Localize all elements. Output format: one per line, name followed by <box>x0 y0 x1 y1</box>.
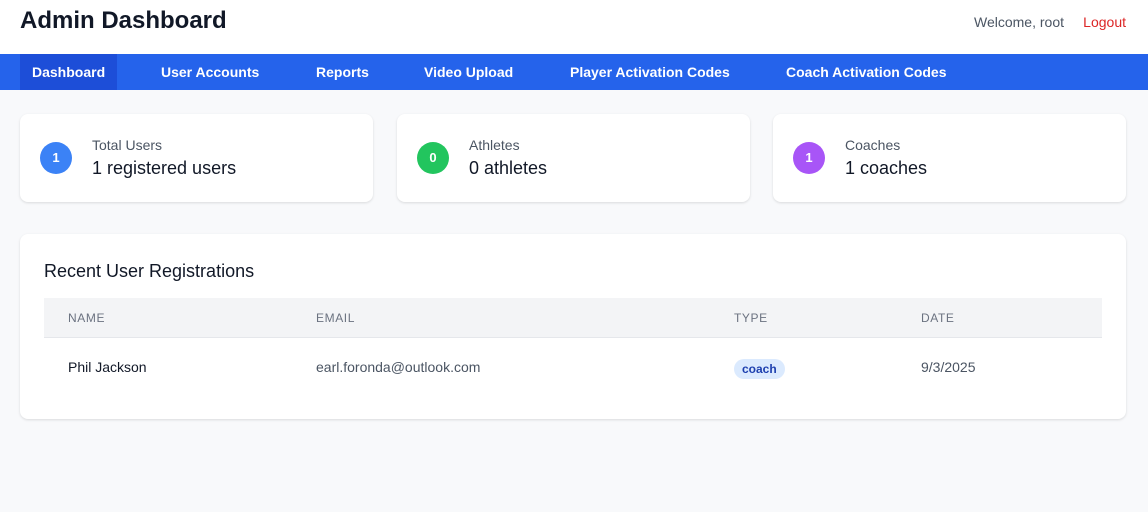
user-type-badge: coach <box>734 359 785 379</box>
cell-email: earl.foronda@outlook.com <box>316 359 481 375</box>
nav-item-reports[interactable]: Reports <box>316 54 369 90</box>
table-header: NAME EMAIL TYPE DATE <box>44 298 1102 338</box>
athletes-count-badge: 0 <box>417 142 449 174</box>
stat-card-athletes: 0 Athletes 0 athletes <box>397 114 750 202</box>
column-header-email: EMAIL <box>316 311 356 325</box>
main-nav: Dashboard User Accounts Reports Video Up… <box>0 54 1148 90</box>
stat-label: Total Users <box>92 137 163 153</box>
recent-registrations-card: Recent User Registrations NAME EMAIL TYP… <box>20 234 1126 419</box>
total-users-count-badge: 1 <box>40 142 72 174</box>
stat-card-total-users: 1 Total Users 1 registered users <box>20 114 373 202</box>
section-title: Recent User Registrations <box>44 261 255 281</box>
column-header-name: NAME <box>68 311 106 325</box>
stat-value: 1 coaches <box>845 158 928 178</box>
cell-date: 9/3/2025 <box>921 359 976 375</box>
nav-item-video-upload[interactable]: Video Upload <box>424 54 513 90</box>
column-header-date: DATE <box>921 311 955 325</box>
cell-name: Phil Jackson <box>68 359 147 375</box>
column-header-type: TYPE <box>734 311 768 325</box>
welcome-text: Welcome, root <box>974 14 1064 30</box>
stat-label: Athletes <box>469 137 520 153</box>
stat-card-coaches: 1 Coaches 1 coaches <box>773 114 1126 202</box>
stat-label: Coaches <box>845 137 901 153</box>
table-row[interactable]: Phil Jackson earl.foronda@outlook.com co… <box>44 339 1102 395</box>
app-header: Admin Dashboard Welcome, root Logout <box>0 0 1148 54</box>
stat-value: 0 athletes <box>469 158 548 178</box>
coaches-count-badge: 1 <box>793 142 825 174</box>
nav-item-player-activation-codes[interactable]: Player Activation Codes <box>570 54 730 90</box>
page-title: Admin Dashboard <box>20 7 227 34</box>
nav-item-dashboard[interactable]: Dashboard <box>20 54 118 90</box>
logout-link[interactable]: Logout <box>1083 13 1126 31</box>
nav-item-user-accounts[interactable]: User Accounts <box>161 54 259 90</box>
nav-item-coach-activation-codes[interactable]: Coach Activation Codes <box>786 54 947 90</box>
stat-value: 1 registered users <box>92 158 237 178</box>
